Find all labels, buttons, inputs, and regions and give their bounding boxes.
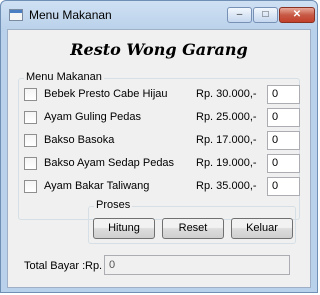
keluar-button[interactable]: Keluar <box>231 218 293 239</box>
total-field[interactable]: 0 <box>104 255 290 275</box>
restaurant-heading: Resto Wong Garang <box>70 40 248 59</box>
menu-item-price: Rp. 19.000,- <box>196 157 257 169</box>
menu-item-checkbox[interactable] <box>24 88 37 101</box>
menu-item-price: Rp. 25.000,- <box>196 111 257 123</box>
app-window: Menu Makanan – □ ✕ Resto Wong Garang Men… <box>0 0 318 293</box>
menu-item-label[interactable]: Ayam Bakar Taliwang <box>44 180 149 192</box>
maximize-button[interactable]: □ <box>253 7 278 23</box>
menu-item-qty-input[interactable]: 0 <box>267 177 300 196</box>
form-client-area: Resto Wong Garang Menu Makanan Bebek Pre… <box>7 29 311 288</box>
menu-item-qty-input[interactable]: 0 <box>267 85 300 104</box>
close-button[interactable]: ✕ <box>279 7 315 23</box>
menu-item-checkbox[interactable] <box>24 180 37 193</box>
menu-item-label[interactable]: Bakso Ayam Sedap Pedas <box>44 157 174 169</box>
window-title: Menu Makanan <box>29 8 112 22</box>
hitung-button[interactable]: Hitung <box>93 218 155 239</box>
title-bar[interactable]: Menu Makanan – □ ✕ <box>1 1 317 29</box>
menu-group-label: Menu Makanan <box>24 71 104 83</box>
proses-group-label: Proses <box>94 199 133 211</box>
menu-item-checkbox[interactable] <box>24 111 37 124</box>
menu-item-row: Ayam Bakar Taliwang Rp. 35.000,- 0 <box>24 177 302 197</box>
menu-item-label[interactable]: Ayam Guling Pedas <box>44 111 141 123</box>
menu-item-row: Bebek Presto Cabe Hijau Rp. 30.000,- 0 <box>24 85 302 105</box>
menu-item-price: Rp. 17.000,- <box>196 134 257 146</box>
menu-item-label[interactable]: Bakso Basoka <box>44 134 114 146</box>
total-label: Total Bayar : <box>24 260 86 272</box>
menu-item-qty-input[interactable]: 0 <box>267 154 300 173</box>
menu-item-row: Bakso Basoka Rp. 17.000,- 0 <box>24 131 302 151</box>
menu-item-price: Rp. 35.000,- <box>196 180 257 192</box>
menu-item-qty-input[interactable]: 0 <box>267 131 300 150</box>
menu-item-checkbox[interactable] <box>24 157 37 170</box>
menu-item-label[interactable]: Bebek Presto Cabe Hijau <box>44 88 168 100</box>
total-currency-label: Rp. <box>85 260 103 272</box>
minimize-button[interactable]: – <box>227 7 252 23</box>
reset-button[interactable]: Reset <box>162 218 224 239</box>
menu-item-row: Ayam Guling Pedas Rp. 25.000,- 0 <box>24 108 302 128</box>
window-app-icon <box>9 9 23 21</box>
menu-item-price: Rp. 30.000,- <box>196 88 257 100</box>
menu-item-qty-input[interactable]: 0 <box>267 108 300 127</box>
menu-item-row: Bakso Ayam Sedap Pedas Rp. 19.000,- 0 <box>24 154 302 174</box>
menu-item-checkbox[interactable] <box>24 134 37 147</box>
